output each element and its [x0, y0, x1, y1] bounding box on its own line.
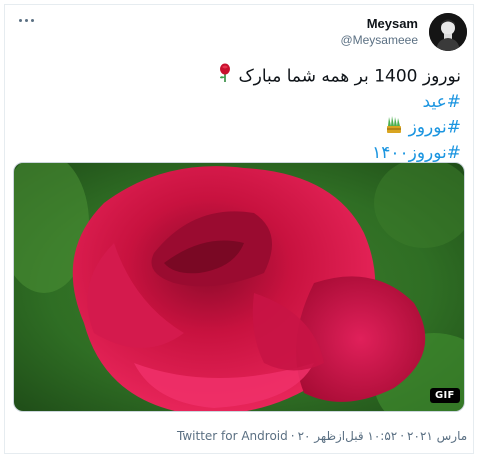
hashtag-nowruz-link[interactable]: #نوروز — [409, 118, 461, 138]
dot-icon — [18, 18, 22, 22]
author-block[interactable]: Meysam @Meysameee — [340, 15, 418, 48]
more-options-button[interactable] — [15, 13, 37, 27]
sabzeh-emoji-icon — [385, 114, 403, 141]
hashtag-eid-link[interactable]: #عید — [423, 92, 461, 112]
tweet-time[interactable]: ۱۰:۵۲ قبل‌ازظهر — [314, 429, 397, 443]
tweet-line-greeting: نوروز 1400 بر همه شما مبارک — [21, 63, 461, 90]
greeting-text: نوروز 1400 بر همه شما مبارک — [238, 66, 461, 87]
rose-emoji-icon — [217, 63, 233, 90]
dot-icon — [30, 18, 34, 22]
author-display-name[interactable]: Meysam — [340, 15, 418, 32]
tweet-line-hashtag-nowruz: #نوروز — [21, 114, 461, 141]
tweet-source-link[interactable]: Twitter for Android — [177, 429, 288, 443]
hashtag-nowruz1400-link[interactable]: #نوروز۱۴۰۰ — [372, 143, 461, 163]
author-handle[interactable]: @Meysameee — [340, 32, 418, 48]
gif-badge: GIF — [430, 388, 460, 403]
meta-separator: · — [290, 429, 295, 443]
avatar-image — [429, 13, 467, 51]
tweet-meta: Twitter for Android · ۲۰ مارس ۲۰۲۱·۱۰:۵۲ ق… — [177, 429, 467, 443]
tweet-media-gif[interactable]: GIF — [13, 162, 465, 412]
avatar[interactable] — [429, 13, 467, 51]
rose-image — [14, 163, 464, 411]
tweet-card: Meysam @Meysameee نوروز 1400 بر همه شما … — [4, 4, 474, 454]
meta-separator: · — [400, 429, 405, 443]
dot-icon — [24, 18, 28, 22]
tweet-text: نوروز 1400 بر همه شما مبارک #عید #نوروز — [21, 63, 461, 165]
tweet-line-hashtag-eid: #عید — [21, 90, 461, 114]
